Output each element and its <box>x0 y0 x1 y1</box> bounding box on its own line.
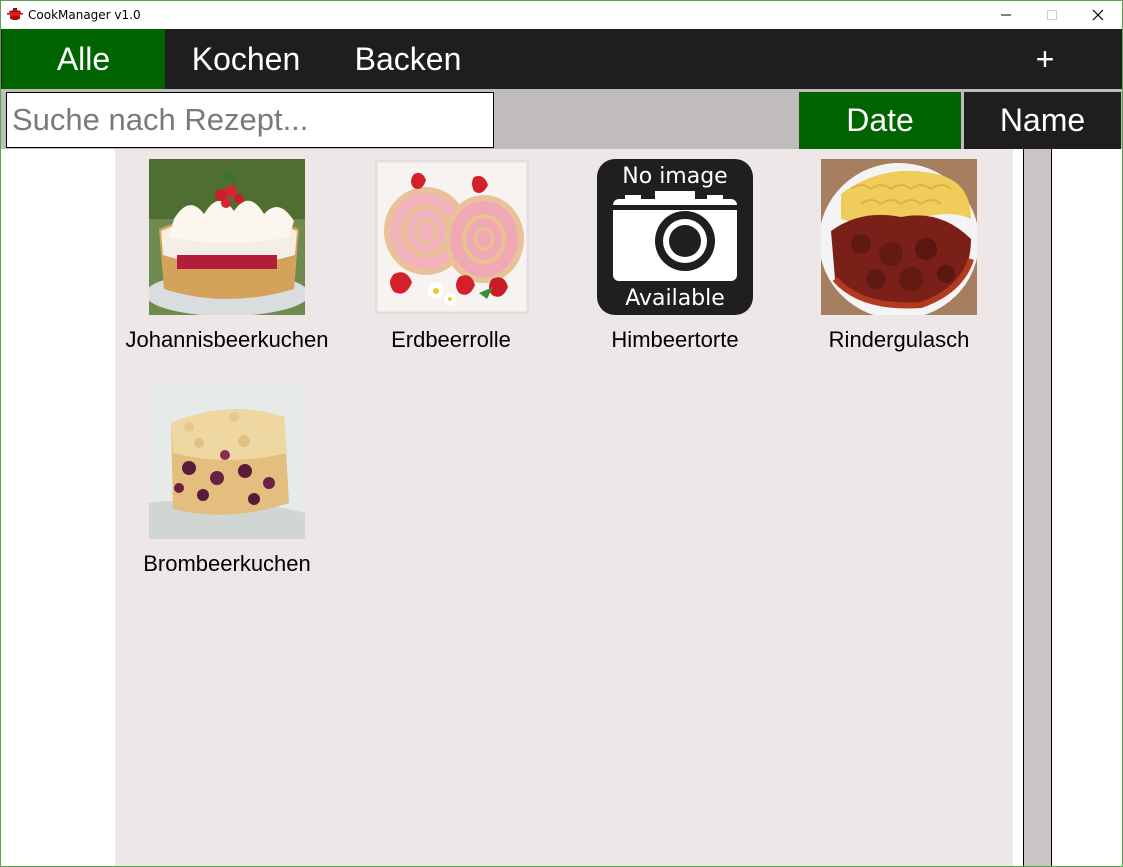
sort-by-date-button[interactable]: Date <box>799 92 961 149</box>
window-title: CookManager v1.0 <box>28 8 141 22</box>
tab-kochen[interactable]: Kochen <box>165 29 327 89</box>
minimize-button[interactable] <box>983 1 1029 29</box>
recipe-name: Himbeertorte <box>611 327 739 352</box>
tab-backen[interactable]: Backen <box>327 29 489 89</box>
cooking-pot-icon <box>7 8 23 20</box>
search-input[interactable] <box>6 92 494 148</box>
category-nav: Alle Kochen Backen + <box>1 29 1122 89</box>
placeholder-text-top: No image <box>622 164 727 189</box>
crumble-cake-photo <box>149 383 305 539</box>
cake-photo <box>149 159 305 315</box>
tab-alle[interactable]: Alle <box>2 29 165 89</box>
maximize-button[interactable] <box>1029 1 1075 29</box>
search-sort-bar: Date Name <box>1 89 1122 149</box>
app-window: CookManager v1.0 Alle Kochen Backen + Da… <box>0 0 1123 867</box>
placeholder-text-bottom: Available <box>625 286 725 311</box>
close-icon <box>1092 9 1104 21</box>
recipe-name: Johannisbeerkuchen <box>125 327 329 352</box>
no-image-placeholder: No image Available <box>597 159 753 315</box>
minimize-icon <box>1001 14 1011 16</box>
goulash-photo <box>821 159 977 315</box>
sort-by-name-button[interactable]: Name <box>964 92 1121 149</box>
maximize-icon <box>1047 10 1057 20</box>
recipe-name: Erdbeerrolle <box>391 327 511 352</box>
recipe-name: Rindergulasch <box>828 327 970 352</box>
add-recipe-button[interactable]: + <box>1005 29 1085 89</box>
recipe-name: Brombeerkuchen <box>143 551 311 576</box>
title-bar: CookManager v1.0 <box>1 1 1122 29</box>
strawberry-roll-photo <box>374 159 530 315</box>
close-button[interactable] <box>1075 1 1121 29</box>
vertical-scrollbar[interactable] <box>1023 149 1052 866</box>
